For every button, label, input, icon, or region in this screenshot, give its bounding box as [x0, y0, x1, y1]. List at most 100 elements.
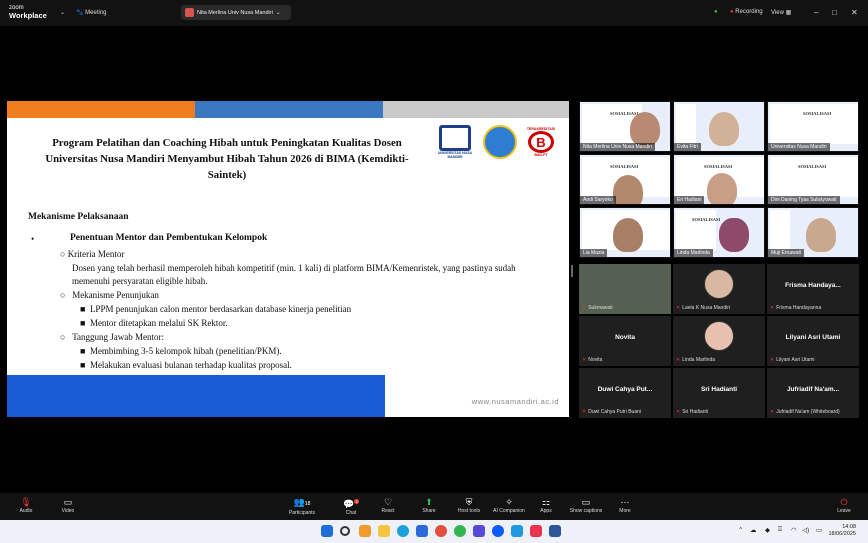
sub-bullet-1-label: Kriteria Mentor	[67, 249, 125, 259]
sparkle-icon: ✧	[505, 497, 513, 507]
close-icon[interactable]: ✕	[851, 8, 858, 17]
usb-icon[interactable]: ⍗	[778, 526, 782, 534]
zoom-icon[interactable]	[492, 525, 504, 537]
chat-badge: 3	[354, 499, 359, 504]
participant-tile[interactable]: Jufriadif Na'am... ✕ Jufriadif Na'am (Whit…	[767, 368, 859, 418]
slide-bar-blue	[195, 101, 383, 118]
avatar	[704, 269, 734, 299]
mic-muted-icon: ✕	[676, 357, 681, 363]
sub-bullet-1: ○ Kriteria Mentor	[60, 249, 125, 259]
participant-tile[interactable]: ✕ Sukmawati	[579, 264, 671, 314]
host-tools-button[interactable]: ⛨ Host tools	[451, 496, 487, 514]
edge-icon[interactable]	[397, 525, 409, 537]
chat-icon: 💬3	[343, 499, 359, 509]
split-handle[interactable]	[571, 265, 573, 277]
participant-tile[interactable]: ✕ Linda Marlinda	[673, 316, 765, 366]
minimize-icon[interactable]: –	[814, 8, 818, 17]
clock[interactable]: 14:08 18/06/2025	[828, 524, 856, 538]
file-explorer-icon[interactable]	[378, 525, 390, 537]
mic-muted-icon: ✕	[770, 305, 775, 311]
criteria-text: Dosen yang telah berhasil memperoleh hib…	[72, 263, 516, 286]
view-button[interactable]: View ▦	[771, 9, 791, 16]
mic-muted-icon: ✕	[582, 305, 587, 311]
screen-share-indicator[interactable]: Nita Merlina Univ Nusa Mandiri ⌄	[181, 5, 291, 20]
wifi-icon[interactable]: ◠	[791, 526, 797, 534]
video-tile[interactable]: SOSIALISASI Linda Marlinda	[673, 207, 765, 258]
video-tile[interactable]: Evita Fitri	[673, 101, 765, 152]
apps-button[interactable]: ⚏ Apps	[528, 496, 564, 514]
shield-icon: ⛨	[465, 497, 473, 507]
video-tile[interactable]: SOSIALISASI Universitas Nusa Mandiri	[767, 101, 859, 152]
video-tile[interactable]: Lia Mazia	[579, 207, 671, 258]
mic-muted-icon: ✕	[582, 409, 587, 415]
app-icon[interactable]	[511, 525, 523, 537]
slide-footer-band	[7, 375, 385, 417]
mic-muted-icon: ✕	[582, 357, 587, 363]
section-heading: Mekanisme Pelaksanaan	[28, 212, 129, 222]
accreditation-badge: TERAKREDITASI B BAN-PT	[526, 127, 556, 157]
avatar	[704, 321, 734, 351]
titlebar: zoom Workplace ⌄ 🐾 Meeting Nita Merlina U…	[0, 0, 868, 26]
video-tile[interactable]: Muji Ernawati	[767, 207, 859, 258]
video-tile[interactable]: SOSIALISASI Eri Hadiani	[673, 154, 765, 205]
start-icon[interactable]	[321, 525, 333, 537]
cloud-icon[interactable]: ☁	[750, 526, 757, 534]
widgets-icon[interactable]	[359, 525, 371, 537]
react-button[interactable]: ♡ React	[370, 496, 406, 514]
participant-tile[interactable]: Duwi Cahya Put... ✕ Duwi Cahya Putri Buani	[579, 368, 671, 418]
mic-muted-icon: ✕	[676, 305, 681, 311]
word-icon[interactable]	[549, 525, 561, 537]
whatsapp-icon[interactable]	[454, 525, 466, 537]
leave-icon: ⏻	[840, 497, 848, 507]
meeting-label: Meeting	[85, 10, 107, 16]
apps-icon: ⚏	[541, 497, 551, 507]
participant-tile[interactable]: Lilyani Asri Utami ✕ Lilyani Asri Utami	[767, 316, 859, 366]
video-tile[interactable]: SOSIALISASI Dini Daning Tyas Sulistyowati	[767, 154, 859, 205]
maximize-icon[interactable]: □	[832, 8, 837, 17]
ai-companion-button[interactable]: ✧ AI Companion	[487, 496, 531, 514]
video-gallery: SOSIALISASI Nita Merlina Univ Nusa Mandir…	[579, 101, 859, 259]
participant-tile[interactable]: Novita ✕ Novita	[579, 316, 671, 366]
recording-indicator[interactable]: ● Recording	[730, 9, 763, 15]
more-icon: ⋯	[620, 497, 630, 507]
battery-icon[interactable]: ▭	[816, 526, 822, 534]
shared-slide: UNIVERSITAS NUSA MANDIRI TERAKREDITASI B…	[7, 101, 569, 417]
chat-button[interactable]: 💬3 Chat	[333, 496, 369, 516]
video-button[interactable]: ▭ Video	[50, 496, 86, 514]
heart-icon: ♡	[383, 497, 393, 507]
tray-icon[interactable]: ◆	[765, 526, 770, 534]
participants-button[interactable]: 👥18 Participants	[282, 496, 322, 516]
share-button[interactable]: ⬆ Share	[411, 496, 447, 514]
search-icon[interactable]	[340, 526, 350, 536]
chevron-up-icon[interactable]: ⌃	[738, 526, 743, 534]
participant-tile[interactable]: ✕ Laela K Nusa Mandiri	[673, 264, 765, 314]
windows-taskbar: ⌃ ☁ ◆ ⍗ ◠ ◁) ▭ 14:08 18/06/2025	[0, 520, 868, 543]
share-screen-icon: ⬆	[425, 497, 433, 507]
people-icon: 👥18	[293, 497, 311, 507]
more-button[interactable]: ⋯ More	[607, 496, 643, 514]
store-icon[interactable]	[416, 525, 428, 537]
app-icon[interactable]	[473, 525, 485, 537]
slide-url: www.nusamandiri.ac.id	[471, 397, 559, 406]
slide-bar-gray	[383, 101, 569, 118]
chrome-icon[interactable]	[435, 525, 447, 537]
participant-tile[interactable]: Frisma Handaya... ✕ Frisma Handayanna	[767, 264, 859, 314]
chevron-down-icon[interactable]: ⌄	[60, 9, 65, 16]
slide-title: Program Pelatihan dan Coaching Hibah unt…	[45, 137, 409, 181]
main-bullet: Penentuan Mentor dan Pembentukan Kelompo…	[70, 233, 268, 243]
leave-button[interactable]: ⏻ Leave	[826, 496, 862, 514]
app-icon[interactable]	[530, 525, 542, 537]
speaker-icon[interactable]: ◁)	[802, 526, 809, 534]
chevron-down-icon: ⌄	[275, 9, 281, 16]
video-tile[interactable]: SOSIALISASI Andi Saryoko	[579, 154, 671, 205]
video-tile[interactable]: SOSIALISASI Nita Merlina Univ Nusa Mandir…	[579, 101, 671, 152]
participant-tile[interactable]: Sri Hadianti ✕ Sri Hadianti	[673, 368, 765, 418]
list-item: ■ LPPM penunjukan calon mentor berdasark…	[80, 304, 352, 314]
zoom-logo: zoom Workplace	[9, 5, 47, 20]
recording-label: Recording	[735, 9, 763, 15]
meeting-menu[interactable]: 🐾 Meeting	[76, 9, 107, 16]
show-captions-button[interactable]: ▭ Show captions	[564, 496, 608, 514]
bullet-dot: •	[31, 234, 35, 244]
shield-icon[interactable]: ●	[714, 9, 718, 15]
audio-button[interactable]: 🎙 Audio	[8, 496, 44, 514]
